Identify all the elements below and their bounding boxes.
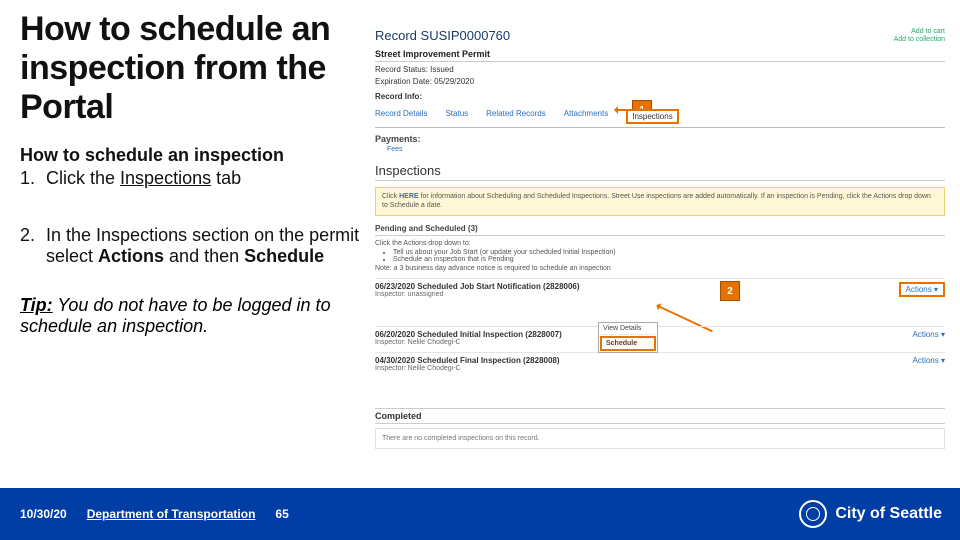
- inspection-3-title: 04/30/2020 Scheduled Final Inspection (2…: [375, 356, 913, 365]
- step-1-pre: Click the: [46, 168, 120, 188]
- inspection-1-title: 06/23/2020 Scheduled Job Start Notificat…: [375, 282, 899, 291]
- step-1-keyword: Inspections: [120, 168, 211, 188]
- instructions-heading: How to schedule an inspection: [20, 145, 370, 166]
- add-to-collection-link[interactable]: Add to collection: [894, 36, 945, 43]
- footer-logo: City of Seattle: [799, 500, 942, 528]
- inspections-section-header: Inspections: [375, 163, 945, 181]
- tab-related-records[interactable]: Related Records: [486, 109, 546, 124]
- inspection-item-3: 04/30/2020 Scheduled Final Inspection (2…: [375, 352, 945, 372]
- banner-pre: Click: [382, 193, 399, 200]
- permit-type-header: Street Improvement Permit: [375, 49, 945, 62]
- step-1-number: 1.: [20, 168, 46, 189]
- instructions-note: Note: a 3 business day advance notice is…: [375, 265, 945, 272]
- menu-view-details[interactable]: View Details: [599, 323, 657, 335]
- actions-menu: View Details Schedule: [598, 322, 658, 353]
- tab-status[interactable]: Status: [445, 109, 468, 124]
- instructions-bullet-1: Tell us about your Job Start (or update …: [393, 249, 945, 256]
- footer-logo-text: City of Seattle: [835, 505, 942, 523]
- step-2-mid: and then: [164, 246, 244, 266]
- instructions-bullet-2: Schedule an inspection that is Pending: [393, 256, 945, 263]
- payments-header: Payments:: [375, 134, 945, 144]
- pending-scheduled-header: Pending and Scheduled (3): [375, 224, 945, 236]
- record-info-header: Record Info:: [375, 92, 945, 101]
- inspection-3-inspector: Inspector: Nelile Chodegi-C: [375, 365, 913, 372]
- record-tabs: Record Details Status Related Records At…: [375, 105, 945, 128]
- record-title: Record SUSIP0000760: [375, 28, 510, 43]
- tip-lead: Tip:: [20, 295, 53, 315]
- actions-dropdown-3[interactable]: Actions ▾: [913, 356, 945, 365]
- record-status: Record Status: Issued: [375, 65, 945, 74]
- inspection-item-2: 06/20/2020 Scheduled Initial Inspection …: [375, 326, 945, 346]
- tab-attachments[interactable]: Attachments: [564, 109, 608, 124]
- step-1: 1. Click the Inspections tab: [20, 168, 370, 189]
- banner-here-link[interactable]: HERE: [399, 193, 418, 200]
- inspection-item-1: 06/23/2020 Scheduled Job Start Notificat…: [375, 278, 945, 298]
- slide-footer: 10/30/20 Department of Transportation 65…: [0, 488, 960, 540]
- tip: Tip: You do not have to be logged in to …: [20, 295, 370, 337]
- actions-dropdown-2[interactable]: Actions ▾: [913, 330, 945, 339]
- banner-post: for information about Scheduling and Sch…: [382, 193, 931, 209]
- footer-page-number: 65: [275, 507, 288, 521]
- inspection-1-inspector: Inspector: unassigned: [375, 291, 899, 298]
- seattle-seal-icon: [799, 500, 827, 528]
- step-1-post: tab: [211, 168, 241, 188]
- instructions-block: Click the Actions drop down to: Tell us …: [375, 240, 945, 272]
- step-1-text: Click the Inspections tab: [46, 168, 370, 189]
- actions-dropdown-1[interactable]: Actions ▾: [899, 282, 945, 297]
- step-2: 2. In the Inspections section on the per…: [20, 225, 370, 267]
- add-links[interactable]: Add to cart Add to collection: [894, 28, 945, 43]
- expiration-date: Expiration Date: 05/29/2020: [375, 77, 945, 86]
- step-2-key-schedule: Schedule: [244, 246, 324, 266]
- add-to-cart-link[interactable]: Add to cart: [911, 28, 945, 35]
- fees-link[interactable]: Fees: [387, 146, 945, 153]
- footer-department: Department of Transportation: [87, 507, 256, 521]
- tip-body: You do not have to be logged in to sched…: [20, 295, 331, 336]
- slide-title: How to schedule an inspection from the P…: [20, 10, 370, 127]
- instructions-lead: Click the Actions drop down to:: [375, 240, 945, 247]
- menu-schedule[interactable]: Schedule: [600, 336, 656, 351]
- step-2-number: 2.: [20, 225, 46, 267]
- info-banner: Click HERE for information about Schedul…: [375, 187, 945, 215]
- tab-record-details[interactable]: Record Details: [375, 109, 427, 124]
- step-2-key-actions: Actions: [98, 246, 164, 266]
- step-2-text: In the Inspections section on the permit…: [46, 225, 370, 267]
- completed-header: Completed: [375, 408, 945, 424]
- no-completed-message: There are no completed inspections on th…: [375, 428, 945, 449]
- portal-screenshot: Record SUSIP0000760 Add to cart Add to c…: [375, 28, 945, 478]
- tab-inspections[interactable]: Inspections: [626, 109, 678, 124]
- footer-date: 10/30/20: [20, 507, 67, 521]
